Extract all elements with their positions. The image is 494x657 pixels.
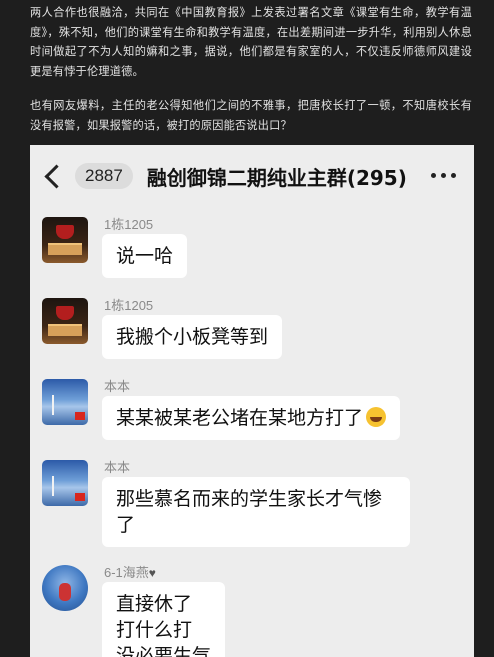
sender-name: 本本 [104,460,131,475]
message-bubble[interactable]: 我搬个小板凳等到 [102,315,283,359]
article-paragraph-1: 两人合作也很融洽，共同在《中国教育报》上发表过署名文章《课堂有生命，教学有温度》… [30,6,472,78]
sender-name: 1栋1205 [104,217,154,232]
round-avatar[interactable] [42,565,88,611]
message-text: 某某被某老公堵在某地方打了 [116,407,364,429]
sky-avatar[interactable] [42,460,88,506]
laughing-emoji-icon [366,407,387,427]
message-bubble[interactable]: 某某被某老公堵在某地方打了 [102,396,401,440]
trophy-avatar[interactable] [42,298,88,344]
back-arrow-icon[interactable] [44,163,69,189]
sky-avatar[interactable] [42,379,88,425]
message-line: 打什么打 [116,619,193,641]
sender-name: 本本 [104,379,131,394]
trophy-avatar[interactable] [42,217,88,263]
article-text: 两人合作也很融洽，共同在《中国教育报》上发表过署名文章《课堂有生命，教学有温度》… [30,0,472,135]
message-bubble[interactable]: 那些慕名而来的学生家长才气惨了 [102,477,410,547]
more-options-icon[interactable] [431,173,456,178]
heart-icon: ♥ [148,566,156,580]
chat-screenshot: 2887 融创御锦二期纯业主群(295) 1栋1205 说一哈 1栋1205 我… [30,145,474,657]
chat-header: 2887 融创御锦二期纯业主群(295) [30,145,474,207]
sender-name: 1栋1205 [104,298,154,313]
sender-name: 6-1海燕♥ [104,565,156,580]
article-paragraph-2: 也有网友爆料，主任的老公得知他们之间的不雅事，把唐校长打了一顿，不知唐校长有没有… [30,99,472,132]
message-line: 没必要生气 [116,645,212,657]
unread-count-badge: 2887 [75,163,133,189]
message-line: 直接休了 [116,593,193,615]
message-bubble[interactable]: 直接休了 打什么打 没必要生气 [102,582,226,657]
message-bubble[interactable]: 说一哈 [102,234,188,278]
group-title: 融创御锦二期纯业主群(295) [146,165,407,190]
